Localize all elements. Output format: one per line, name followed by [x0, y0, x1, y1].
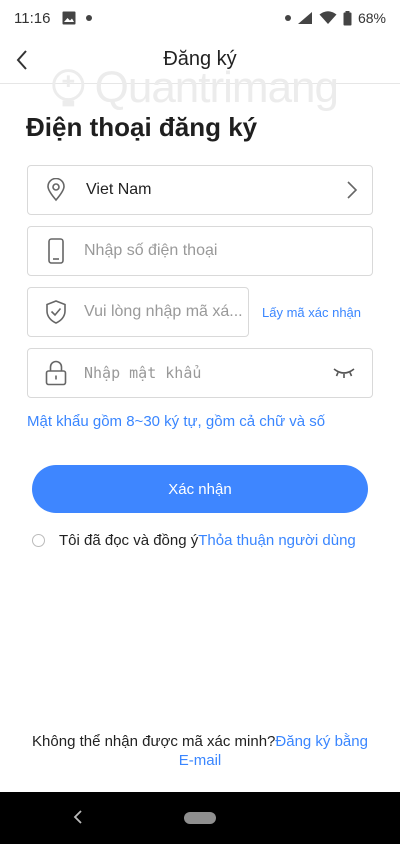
password-hint: Mật khẩu gồm 8~30 ký tự, gồm cả chữ và s… — [27, 413, 326, 430]
signal-icon — [297, 12, 312, 24]
status-bar: 11:16 68% — [0, 0, 400, 36]
shield-check-icon — [46, 300, 66, 324]
wifi-icon — [319, 11, 337, 24]
verification-code-placeholder: Vui lòng nhập mã xá... — [84, 303, 243, 320]
lock-icon — [45, 360, 67, 386]
register-email-link[interactable]: Đăng ký bằng — [275, 733, 368, 750]
status-time: 11:16 — [14, 9, 51, 27]
image-icon — [62, 11, 76, 25]
nav-back-icon — [73, 810, 82, 824]
battery-icon — [343, 10, 352, 25]
chevron-right-icon — [347, 181, 358, 199]
page-title: Điện thoại đăng ký — [26, 112, 258, 142]
user-agreement-link[interactable]: Thỏa thuận người dùng — [198, 532, 356, 549]
agreement-text: Tôi đã đọc và đồng ý — [59, 532, 199, 549]
app-header: Đăng ký — [0, 36, 400, 84]
eye-closed-icon — [333, 368, 355, 378]
get-code-link[interactable]: Lấy mã xác nhận — [262, 305, 361, 320]
nav-home-pill[interactable] — [184, 812, 216, 824]
confirm-button[interactable]: Xác nhận — [32, 465, 368, 513]
system-nav-bar — [0, 792, 400, 844]
phone-icon — [48, 238, 64, 264]
phone-field[interactable]: Nhập số điện thoại — [27, 226, 373, 276]
password-visibility-toggle[interactable] — [316, 367, 372, 379]
password-field[interactable]: Nhập mật khẩu — [27, 348, 373, 398]
country-select[interactable]: Viet Nam — [27, 165, 373, 215]
password-placeholder: Nhập mật khẩu — [84, 364, 202, 382]
agreement-checkbox[interactable] — [32, 534, 45, 547]
footer-text: Không thể nhận được mã xác minh? — [32, 733, 276, 750]
nav-back-button[interactable] — [68, 807, 88, 827]
dot-icon — [86, 15, 93, 21]
battery-percent: 68% — [357, 10, 386, 26]
location-pin-icon — [47, 178, 65, 202]
agreement-row: Tôi đã đọc và đồng ý Thỏa thuận người dùn… — [32, 532, 356, 549]
back-button[interactable] — [8, 44, 36, 76]
dot-icon — [284, 15, 291, 21]
footer-help: Không thể nhận được mã xác minh?Đăng ký … — [0, 732, 400, 770]
country-value: Viet Nam — [86, 181, 152, 198]
verification-code-field[interactable]: Vui lòng nhập mã xá... — [27, 287, 249, 337]
phone-input-placeholder: Nhập số điện thoại — [84, 242, 218, 259]
page-header-title: Đăng ký — [163, 48, 237, 70]
chevron-left-icon — [16, 50, 27, 70]
register-email-link-cont[interactable]: E-mail — [179, 752, 222, 769]
